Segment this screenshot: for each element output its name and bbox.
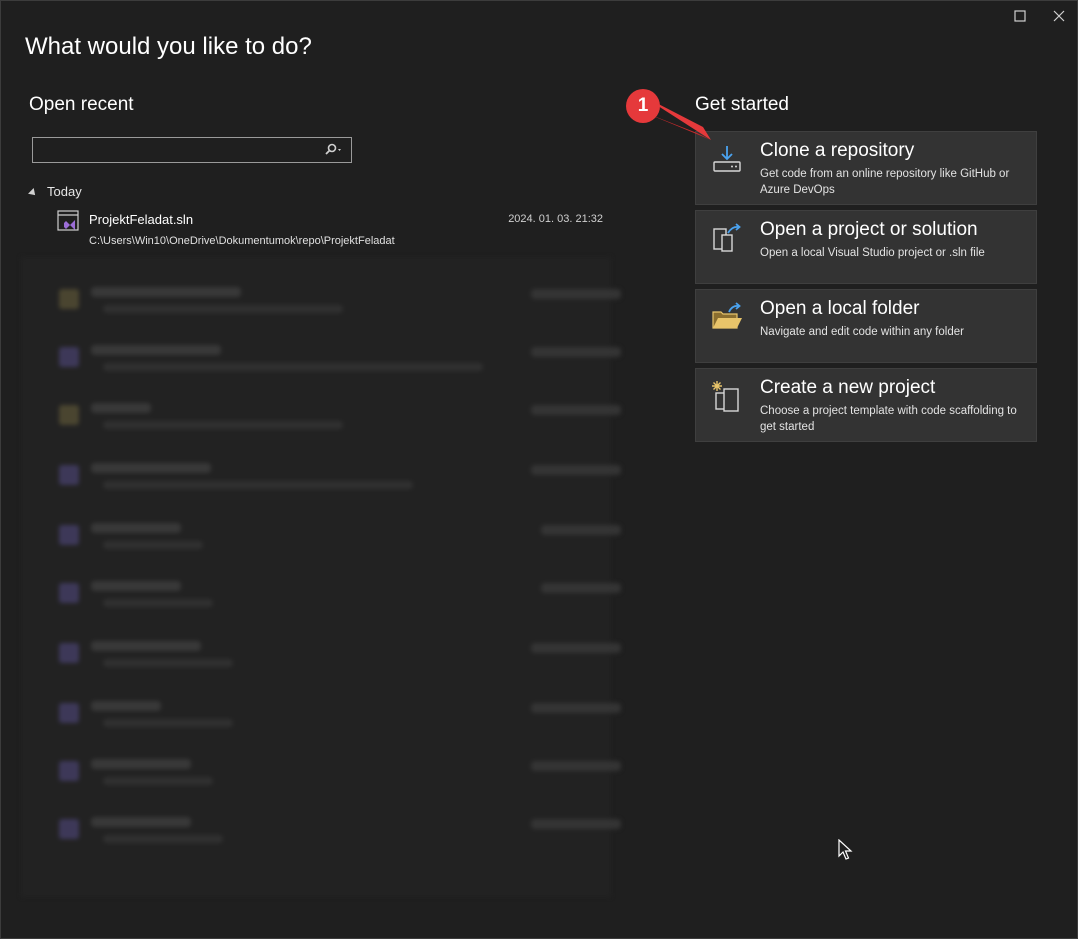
create-new-project-button[interactable]: Create a new project Choose a project te…: [695, 368, 1037, 442]
dialog-window: What would you like to do? Open recent T…: [0, 0, 1078, 939]
card-description: Get code from an online repository like …: [760, 168, 1010, 196]
annotation-badge: 1: [626, 89, 660, 123]
card-description: Choose a project template with code scaf…: [760, 405, 1017, 433]
close-button[interactable]: [1044, 5, 1074, 27]
card-title: Create a new project: [760, 377, 936, 398]
search-dropdown-button[interactable]: [321, 141, 347, 159]
card-description: Open a local Visual Studio project or .s…: [760, 247, 985, 259]
page-title: What would you like to do?: [25, 33, 312, 60]
maximize-button[interactable]: [1005, 5, 1035, 27]
open-recent-heading: Open recent: [29, 94, 134, 115]
group-label: Today: [47, 184, 82, 199]
card-title: Open a local folder: [760, 298, 920, 319]
open-folder-icon: [712, 302, 742, 329]
close-icon: [1053, 10, 1065, 22]
open-project-button[interactable]: Open a project or solution Open a local …: [695, 210, 1037, 284]
search-box: [32, 137, 352, 163]
open-local-folder-button[interactable]: Open a local folder Navigate and edit co…: [695, 289, 1037, 363]
new-project-icon: [712, 381, 739, 412]
open-project-icon: [713, 223, 741, 252]
maximize-icon: [1014, 10, 1026, 22]
recent-item-path: C:\Users\Win10\OneDrive\Dokumentumok\rep…: [89, 235, 395, 247]
recent-item-name: ProjektFeladat.sln: [89, 212, 194, 227]
card-description: Navigate and edit code within any folder: [760, 326, 964, 338]
search-input[interactable]: [33, 138, 325, 160]
collapse-triangle-icon: [28, 187, 38, 198]
clone-repository-button[interactable]: Clone a repository Get code from an onli…: [695, 131, 1037, 205]
recent-item[interactable]: ProjektFeladat.sln C:\Users\Win10\OneDri…: [51, 207, 611, 253]
card-title: Open a project or solution: [760, 219, 978, 240]
recent-item-date: 2024. 01. 03. 21:32: [508, 213, 603, 225]
recent-group-today[interactable]: Today: [28, 184, 82, 199]
solution-file-icon: [57, 210, 79, 231]
search-icon: [325, 143, 341, 155]
blurred-recent-list: [21, 257, 621, 897]
mouse-cursor-icon: [838, 839, 853, 860]
card-title: Clone a repository: [760, 140, 915, 161]
